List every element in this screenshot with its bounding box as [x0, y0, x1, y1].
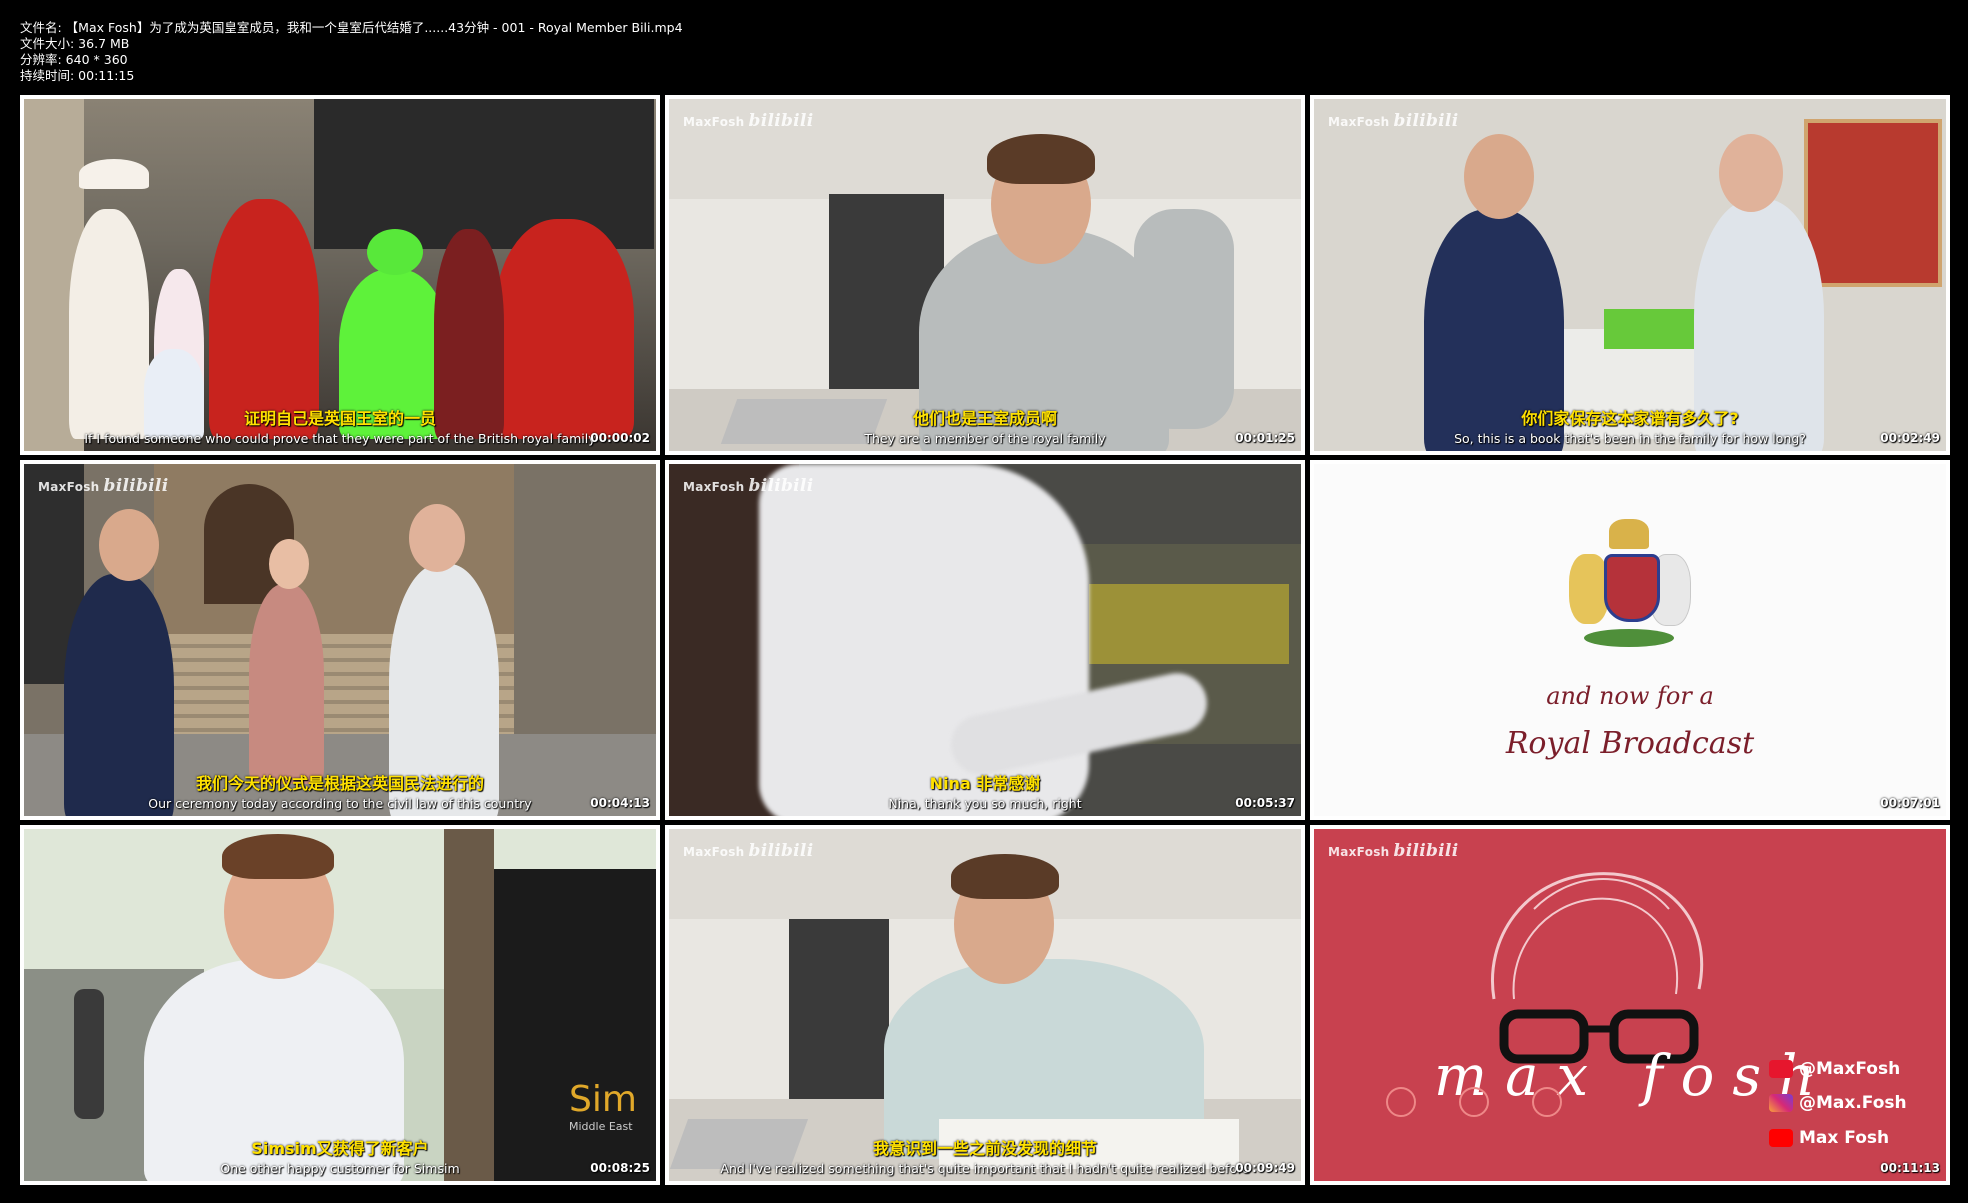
instagram-handle[interactable]: @Max.Fosh [1769, 1093, 1907, 1113]
subtitle-zh: Nina 非常感谢 [929, 774, 1041, 793]
weibo-handle[interactable]: @MaxFosh [1769, 1059, 1900, 1079]
instagram-icon [1769, 1094, 1793, 1112]
file-info: 文件名: 【Max Fosh】为了成为英国皇室成员，我和一个皇室后代结婚了...… [20, 20, 683, 84]
subtitle-en: One other happy customer for Simsim [220, 1161, 460, 1176]
thumbnail-6[interactable]: and now for a Royal Broadcast 00:07:01 [1310, 460, 1950, 820]
timestamp: 00:09:49 [1235, 1161, 1295, 1175]
thumbnail-5[interactable]: MaxFosh bilibili Nina 非常感谢 Nina, thank yo… [665, 460, 1305, 820]
subtitle-zh: 我意识到一些之前没发现的细节 [872, 1139, 1097, 1158]
timestamp: 00:02:49 [1880, 431, 1940, 445]
subtitle-en: Nina, thank you so much, right [888, 796, 1082, 811]
file-name: 文件名: 【Max Fosh】为了成为英国皇室成员，我和一个皇室后代结婚了...… [20, 20, 683, 35]
thumbnail-2[interactable]: MaxFosh bilibili 他们也是王室成员啊 They are a mem… [665, 95, 1305, 455]
timestamp: 00:07:01 [1880, 796, 1940, 810]
watermark: MaxFosh bilibili [1328, 111, 1459, 131]
subtitle-zh: 他们也是王室成员啊 [912, 409, 1057, 428]
watermark: MaxFosh bilibili [683, 841, 814, 861]
thumbnail-grid: 证明自己是英国王室的一员 If I found someone who coul… [20, 95, 1950, 1185]
subtitle-en: They are a member of the royal family [864, 431, 1106, 446]
broadcast-line-2: Royal Broadcast [1505, 726, 1755, 761]
timestamp: 00:00:02 [590, 431, 650, 445]
weibo-icon [1769, 1060, 1793, 1078]
subtitle-en: So, this is a book that's been in the fa… [1454, 431, 1806, 446]
subtitle-zh: 你们家保存这本家谱有多久了? [1521, 409, 1739, 428]
favorite-star-icon[interactable] [1532, 1087, 1562, 1117]
timestamp: 00:04:13 [590, 796, 650, 810]
like-icon[interactable] [1386, 1087, 1416, 1117]
broadcast-line-1: and now for a [1546, 682, 1714, 710]
coat-of-arms-emblem [1569, 519, 1691, 659]
storefront-sign: Sim Middle East [569, 1079, 637, 1133]
watermark: MaxFosh bilibili [1328, 841, 1459, 861]
thumbnail-8[interactable]: MaxFosh bilibili 我意识到一些之前没发现的细节 And I've … [665, 825, 1305, 1185]
subtitle-en: If I found someone who could prove that … [84, 431, 596, 446]
subtitle-zh: Simsim又获得了新客户 [251, 1139, 429, 1158]
watermark: MaxFosh bilibili [683, 111, 814, 131]
thumbnail-1[interactable]: 证明自己是英国王室的一员 If I found someone who coul… [20, 95, 660, 455]
subtitle-zh: 证明自己是英国王室的一员 [243, 409, 436, 428]
subtitle-en: And I've realized something that's quite… [720, 1161, 1250, 1176]
coin-icon[interactable] [1459, 1087, 1489, 1117]
timestamp: 00:05:37 [1235, 796, 1295, 810]
thumbnail-4[interactable]: MaxFosh bilibili 我们今天的仪式是根据这英国民法进行的 Our c… [20, 460, 660, 820]
timestamp: 00:01:25 [1235, 431, 1295, 445]
subtitle-zh: 我们今天的仪式是根据这英国民法进行的 [195, 774, 484, 793]
timestamp: 00:08:25 [590, 1161, 650, 1175]
youtube-icon [1769, 1129, 1793, 1147]
watermark: MaxFosh bilibili [38, 476, 169, 496]
thumbnail-3[interactable]: MaxFosh bilibili 你们家保存这本家谱有多久了? So, this … [1310, 95, 1950, 455]
file-size: 文件大小: 36.7 MB [20, 36, 130, 51]
thumbnail-9[interactable]: MaxFosh bilibili max fosh @MaxFosh @Max.F… [1310, 825, 1950, 1185]
subtitle-en: Our ceremony today according to the civi… [148, 796, 532, 811]
youtube-handle[interactable]: Max Fosh [1769, 1128, 1889, 1148]
file-resolution: 分辨率: 640 * 360 [20, 52, 128, 67]
timestamp: 00:11:13 [1880, 1161, 1940, 1175]
hair-sketch-icon [1491, 872, 1704, 1064]
file-duration: 持续时间: 00:11:15 [20, 68, 135, 83]
watermark: MaxFosh bilibili [683, 476, 814, 496]
thumbnail-7[interactable]: Sim Middle East Simsim又获得了新客户 One other h… [20, 825, 660, 1185]
